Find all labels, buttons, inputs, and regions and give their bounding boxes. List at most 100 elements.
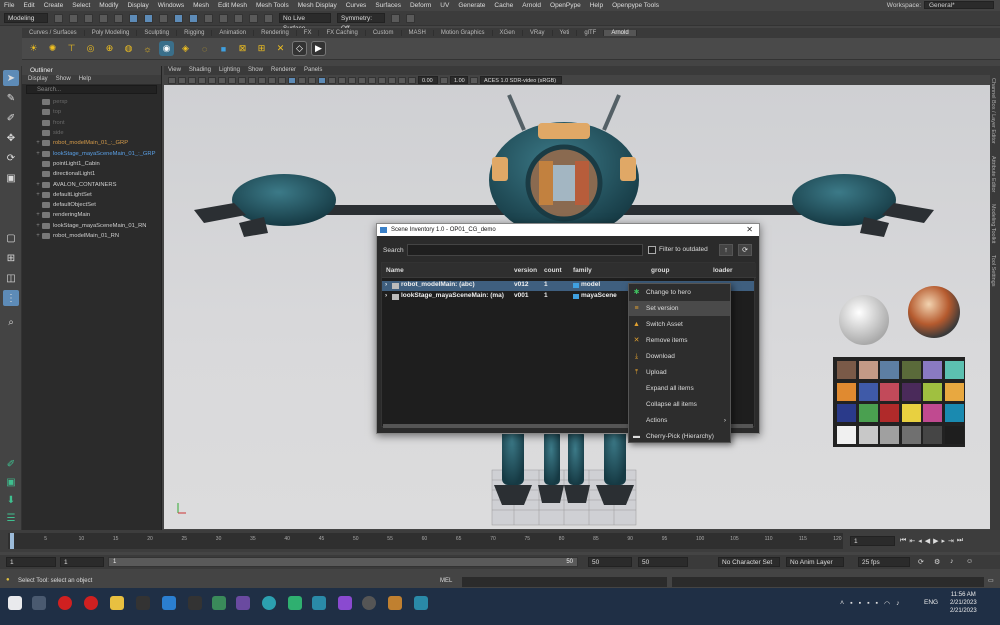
shelf-tab[interactable]: Sculpting [137, 30, 178, 36]
ipr-icon[interactable] [264, 13, 273, 23]
context-menu-item[interactable]: ⤒ Upload [629, 365, 730, 380]
menu-item[interactable]: Mesh Display [298, 2, 337, 9]
textured-icon[interactable] [308, 76, 316, 84]
panel-menu-item[interactable]: Panels [304, 66, 322, 75]
safe-action-icon[interactable] [258, 76, 266, 84]
shelf-tab[interactable]: MASH [402, 30, 434, 36]
shelf-tab[interactable]: Curves / Surfaces [22, 30, 85, 36]
list-icon[interactable]: ☰ [3, 510, 19, 526]
menu-item[interactable]: Display [127, 2, 148, 9]
panel-menu-item[interactable]: Lighting [219, 66, 240, 75]
go-to-start-icon[interactable]: ⏮ [900, 537, 906, 545]
cube-icon[interactable]: ■ [216, 41, 231, 56]
start-time-field[interactable]: 1 [6, 557, 56, 567]
xray-icon[interactable] [378, 76, 386, 84]
terminal-icon[interactable] [188, 596, 202, 610]
youtube-icon[interactable] [58, 596, 72, 610]
grid-toggle-icon[interactable] [208, 76, 216, 84]
panel-menu-item[interactable]: Shading [189, 66, 211, 75]
snap-point-icon[interactable] [204, 13, 213, 23]
bookmark-icon[interactable] [188, 76, 196, 84]
photometric-light-icon[interactable]: ◍ [121, 41, 136, 56]
start-icon[interactable] [8, 596, 22, 610]
expand-icon[interactable]: + [34, 192, 42, 198]
script-editor-icon[interactable]: ▭ [988, 577, 994, 584]
anim-layer-dropdown[interactable]: No Anim Layer [786, 557, 844, 567]
expand-icon[interactable]: + [34, 182, 42, 188]
menu-item[interactable]: Openpype Tools [612, 2, 659, 9]
snap-grid-icon[interactable] [174, 13, 183, 23]
shelf-tab[interactable]: Arnold [604, 30, 637, 36]
vscode-icon[interactable] [162, 596, 176, 610]
play-back-icon[interactable]: ◀ [925, 537, 930, 545]
wifi-icon[interactable]: ◠ [884, 600, 890, 608]
menu-item[interactable]: Edit [23, 2, 34, 9]
outliner-item[interactable]: + renderingMain [34, 210, 161, 220]
menu-item[interactable]: Generate [458, 2, 485, 9]
expand-icon[interactable]: › [385, 292, 387, 299]
sun-light-icon[interactable]: ☀ [26, 41, 41, 56]
app-icon[interactable] [388, 596, 402, 610]
rotate-tool-icon[interactable]: ⟳ [3, 150, 19, 166]
filter-outdated-checkbox[interactable] [648, 246, 656, 254]
snap-surface-icon[interactable] [219, 13, 228, 23]
shader-icon[interactable]: ◈ [178, 41, 193, 56]
new-scene-icon[interactable] [54, 13, 63, 23]
panel-menu-item[interactable]: Show [248, 66, 263, 75]
modeling-toolkit-tab[interactable]: Modeling Toolkit [990, 204, 996, 243]
outliner-menu-help[interactable]: Help [79, 75, 91, 84]
step-back-key-icon[interactable]: ⇤ [909, 537, 915, 545]
outliner-menu-display[interactable]: Display [28, 75, 48, 84]
render-icon[interactable]: ▶ [311, 41, 326, 56]
snap-curve-icon[interactable] [189, 13, 198, 23]
image-plane-icon[interactable] [198, 76, 206, 84]
menu-item[interactable]: Windows [158, 2, 184, 9]
four-pane-icon[interactable]: ⊞ [3, 250, 19, 266]
refresh-button[interactable]: ⟳ [738, 244, 752, 256]
task-view-icon[interactable] [32, 596, 46, 610]
outliner-item[interactable]: front [34, 118, 161, 128]
outliner-item[interactable]: defaultObjectSet [34, 200, 161, 210]
current-frame-marker[interactable] [10, 533, 14, 549]
film-gate-icon[interactable] [218, 76, 226, 84]
menu-item[interactable]: Cache [494, 2, 513, 9]
toggle-panel-icon[interactable] [406, 13, 415, 23]
gamma-field[interactable]: 1.00 [450, 76, 468, 84]
light-portal-icon[interactable]: ☼ [140, 41, 155, 56]
exposure-field[interactable]: 0.00 [418, 76, 438, 84]
camera-attr-icon[interactable] [178, 76, 186, 84]
edge-icon[interactable] [262, 596, 276, 610]
column-family[interactable]: family [573, 267, 592, 274]
outliner-item[interactable]: directionalLight1 [34, 169, 161, 179]
context-menu-item[interactable]: Collapse all items [629, 397, 730, 412]
step-forward-icon[interactable]: ▸ [941, 537, 945, 545]
wireframe-on-shaded-icon[interactable] [298, 76, 306, 84]
column-group[interactable]: group [651, 267, 669, 274]
context-menu-item[interactable]: ✕ Remove items [629, 333, 730, 348]
lasso-tool-icon[interactable]: ✎ [3, 90, 19, 106]
gate-mask-icon[interactable] [238, 76, 246, 84]
shelf-tab[interactable]: Rigging [177, 30, 213, 36]
tool-settings-tab[interactable]: Tool Settings [990, 255, 996, 287]
network-icon[interactable] [212, 596, 226, 610]
two-pane-icon[interactable]: ◫ [3, 270, 19, 286]
export-icon[interactable]: ✕ [273, 41, 288, 56]
exposure-icon[interactable] [408, 76, 416, 84]
shelf-tab[interactable]: Custom [366, 30, 402, 36]
panel-menu-item[interactable]: Renderer [271, 66, 296, 75]
outliner-item[interactable]: + defaultLightSet [34, 190, 161, 200]
mesh-light-icon[interactable]: ⊕ [102, 41, 117, 56]
fps-dropdown[interactable]: 25 fps [858, 557, 910, 567]
maya-icon[interactable] [414, 596, 428, 610]
shelf-tab[interactable]: Rendering [254, 30, 297, 36]
command-line-input[interactable] [462, 577, 667, 587]
shadows-icon[interactable] [328, 76, 336, 84]
wireframe-icon[interactable] [278, 76, 286, 84]
single-pane-icon[interactable]: ▢ [3, 230, 19, 246]
xray-joints-icon[interactable] [388, 76, 396, 84]
menu-item[interactable]: Modify [99, 2, 118, 9]
app-icon[interactable] [362, 596, 376, 610]
playback-start-field[interactable]: 1 [60, 557, 104, 567]
point-light-icon[interactable]: ✺ [45, 41, 60, 56]
end-time-field[interactable]: 50 [638, 557, 688, 567]
